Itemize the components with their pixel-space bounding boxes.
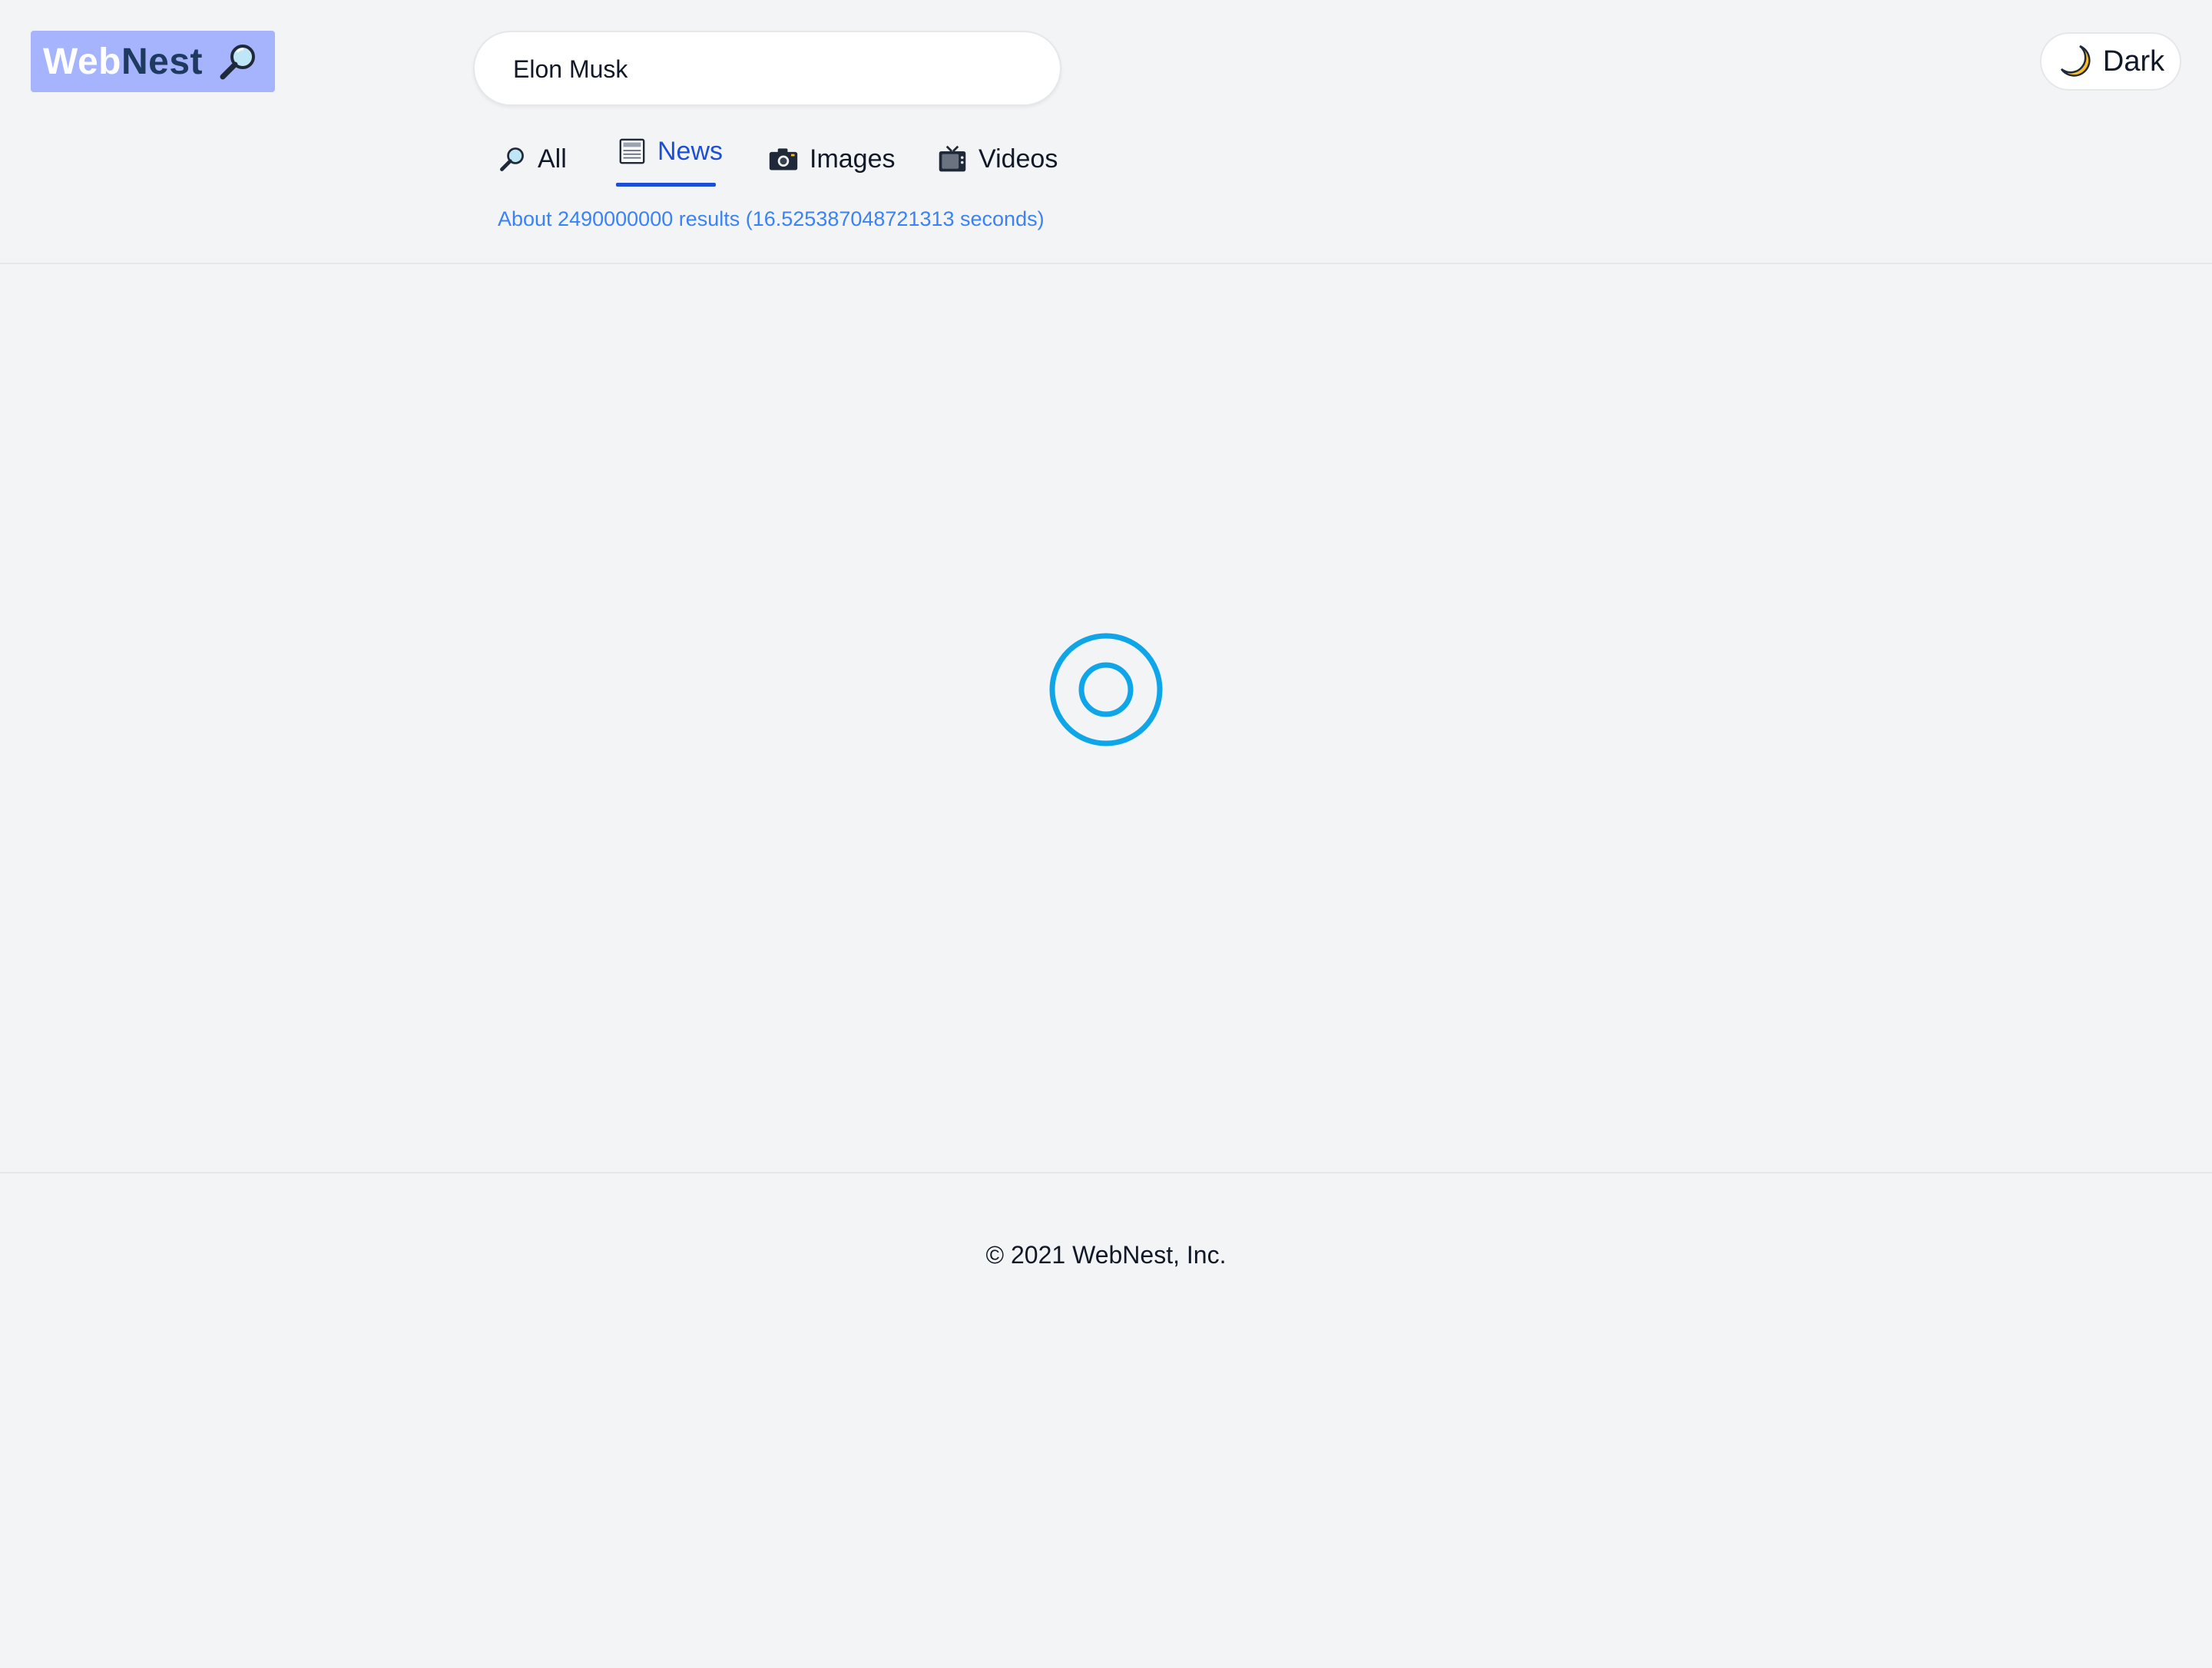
logo[interactable]: Web Nest	[31, 31, 275, 92]
results-info: About 2490000000 results (16.52538704872…	[498, 207, 1045, 230]
active-tab-indicator	[616, 183, 716, 187]
magnifier-icon	[500, 147, 524, 171]
tab-videos-label: Videos	[979, 144, 1058, 174]
results-area	[0, 264, 2212, 1173]
newspaper-icon	[619, 138, 645, 164]
loading-spinner-icon	[1049, 633, 1163, 746]
search-input[interactable]	[512, 32, 1022, 106]
header: WebNest All	[0, 0, 2212, 264]
tab-images[interactable]: Images	[768, 131, 896, 187]
tab-news-label: News	[657, 136, 724, 166]
tab-images-label: Images	[810, 144, 896, 174]
logo-text-nest: Nest	[121, 41, 203, 82]
tab-all-label: All	[538, 144, 567, 174]
tv-icon	[939, 145, 966, 172]
dark-mode-label: Dark	[2102, 45, 2165, 78]
tab-videos[interactable]: Videos	[937, 131, 1058, 187]
magnifier-icon	[220, 45, 255, 80]
moon-icon	[2060, 45, 2091, 77]
tab-news[interactable]: News	[618, 123, 723, 180]
camera-icon	[769, 148, 798, 170]
dark-mode-toggle[interactable]: Dark	[2040, 32, 2181, 91]
footer: © 2021 WebNest, Inc.	[0, 1172, 2212, 1668]
search-box[interactable]	[473, 31, 1061, 106]
logo-text-web: Web	[43, 41, 121, 82]
tab-all[interactable]: All	[498, 131, 567, 187]
page: WebNest All	[0, 0, 2212, 1668]
copyright-text: © 2021 WebNest, Inc.	[985, 1241, 1227, 1269]
